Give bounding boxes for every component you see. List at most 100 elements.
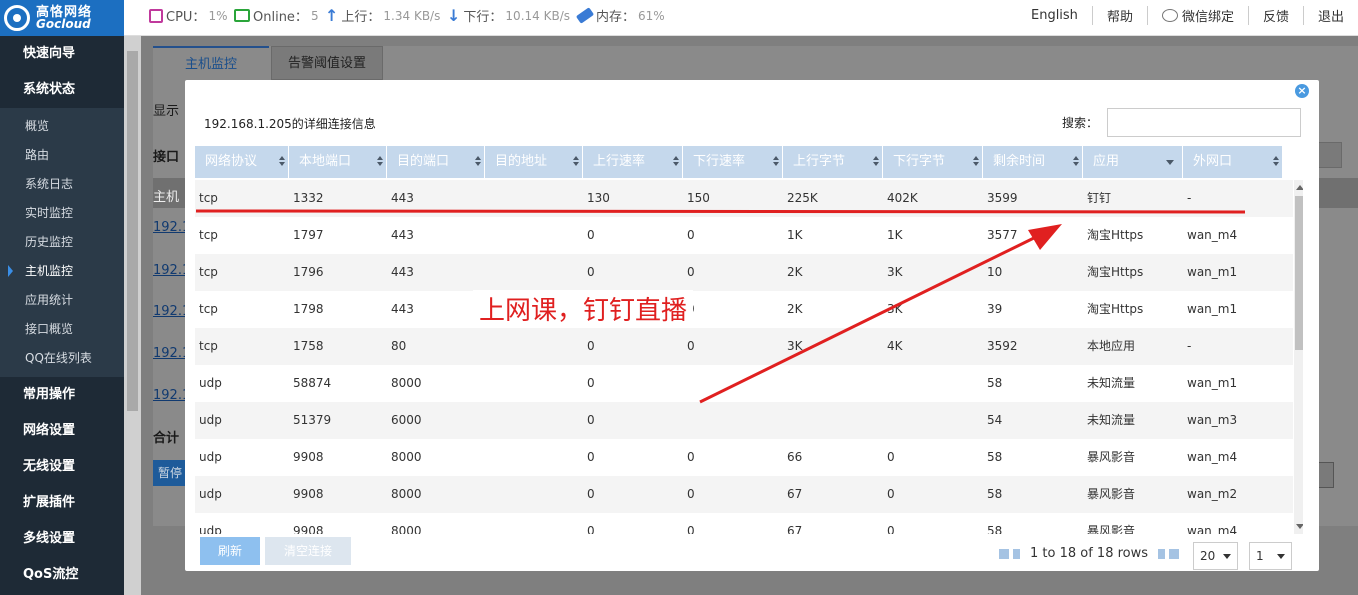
table-row[interactable]: tcp1798443002K3K39淘宝Httpswan_m1 (195, 291, 1293, 328)
cell-protocol: udp (199, 413, 222, 427)
tab-alarm-threshold[interactable]: 告警阈值设置 (271, 46, 384, 80)
cell-up-rate: 0 (587, 524, 595, 534)
column-header-protocol[interactable]: 网络协议 (195, 146, 289, 178)
cell-down-rate: 150 (687, 191, 710, 205)
download-label: 下行： (463, 10, 503, 25)
cell-wan-port: wan_m1 (1187, 376, 1238, 390)
language-link[interactable]: English (1017, 6, 1092, 25)
column-header-wan-port[interactable]: 外网口 (1183, 146, 1283, 178)
first-page-icon[interactable] (999, 548, 1009, 559)
scroll-up-icon[interactable] (1296, 185, 1303, 190)
sidebar: 快速向导 系统状态 概览 路由 系统日志 实时监控 历史监控 主机监控 应用统计… (0, 36, 124, 595)
cell-dest-addr (485, 217, 583, 254)
next-page-icon[interactable] (1158, 548, 1166, 559)
help-link[interactable]: 帮助 (1091, 6, 1147, 25)
cell-local-port: 9908 (293, 524, 324, 534)
refresh-button[interactable]: 刷新 (200, 537, 260, 565)
cell-local-port: 1798 (293, 302, 324, 316)
sidebar-item-system-log[interactable]: 系统日志 (0, 170, 124, 199)
close-icon[interactable]: × (1295, 84, 1309, 98)
cell-up-bytes: 67 (787, 487, 803, 501)
wechat-bind-link[interactable]: 微信绑定 (1146, 6, 1248, 25)
column-header-down-bytes[interactable]: 下行字节 (883, 146, 983, 178)
table-row[interactable]: udp 9908 8000 0 0 66 0 58 暴风影音 wan_m4 (195, 439, 1293, 476)
wechat-bind-label: 微信绑定 (1181, 10, 1234, 25)
cell-dest-port: 443 (391, 302, 414, 316)
column-header-up-rate[interactable]: 上行速率 (583, 146, 683, 178)
sidebar-item-route[interactable]: 路由 (0, 141, 124, 170)
feedback-link[interactable]: 反馈 (1247, 6, 1303, 25)
column-header-application[interactable]: 应用 (1083, 146, 1183, 178)
cell-remaining-time: 58 (987, 376, 1003, 390)
cpu-value: 1% (208, 8, 228, 23)
sidebar-item-app-stats[interactable]: 应用统计 (0, 286, 124, 315)
clear-connections-button[interactable]: 清空连接 (265, 537, 351, 565)
sidebar-item-history-monitor[interactable]: 历史监控 (0, 228, 124, 257)
arrow-down-icon: ↓ (447, 6, 461, 25)
table-scrollbar-thumb[interactable] (1295, 196, 1303, 350)
show-label: 显示 (153, 104, 180, 119)
sidebar-item-interface-overview[interactable]: 接口概览 (0, 315, 124, 344)
sidebar-item-extensions[interactable]: 扩展插件 (0, 485, 124, 521)
scroll-down-icon[interactable] (1296, 524, 1303, 529)
table-row[interactable]: tcp 1758 80 0 0 3K 4K 3592 本地应用 - (195, 328, 1293, 365)
cell-up-bytes (783, 365, 883, 402)
cell-down-rate: 0 (687, 265, 695, 279)
sidebar-item-wireless-settings[interactable]: 无线设置 (0, 449, 124, 485)
sidebar-item-network-settings[interactable]: 网络设置 (0, 413, 124, 449)
online-stat[interactable]: Online： 5 (234, 6, 319, 25)
sidebar-item-quick-guide[interactable]: 快速向导 (0, 36, 124, 72)
cell-up-rate: 0 (587, 228, 595, 242)
cell-wan-port: wan_m4 (1187, 524, 1238, 534)
filter-input[interactable] (1316, 142, 1342, 168)
table-row[interactable]: udp 58874 8000 0 58 未知流量 wan_m1 (195, 365, 1293, 402)
sidebar-item-host-monitor[interactable]: 主机监控 (0, 257, 124, 286)
logout-link[interactable]: 退出 (1302, 6, 1358, 25)
help-link-label: 帮助 (1106, 10, 1133, 25)
cell-dest-addr (485, 513, 583, 534)
sidebar-item-realtime-monitor[interactable]: 实时监控 (0, 199, 124, 228)
column-header-remaining-time[interactable]: 剩余时间 (983, 146, 1083, 178)
wechat-icon (1161, 9, 1178, 22)
memory-label: 内存： (596, 10, 636, 25)
sidebar-item-multiline[interactable]: 多线设置 (0, 521, 124, 557)
cell-down-bytes: 3K (887, 302, 903, 316)
pause-button[interactable]: 暂停 (153, 460, 187, 486)
cell-up-rate: 0 (587, 339, 595, 353)
sidebar-item-qq-online[interactable]: QQ在线列表 (0, 344, 124, 373)
sidebar-item-qos[interactable]: QoS流控 (0, 557, 124, 593)
page-size-select[interactable]: 20 (1193, 542, 1238, 570)
table-row[interactable]: udp 9908 8000 0 0 67 0 58 暴风影音 wan_m4 (195, 513, 1293, 534)
search-input[interactable] (1107, 108, 1301, 137)
last-page-icon[interactable] (1169, 548, 1180, 559)
cell-dest-addr (485, 439, 583, 476)
sidebar-item-system-status[interactable]: 系统状态 (0, 72, 124, 108)
sidebar-scrollbar[interactable] (124, 36, 141, 595)
cell-application: 淘宝Https (1087, 265, 1144, 279)
cell-application: 暴风影音 (1087, 524, 1136, 534)
column-header-up-bytes[interactable]: 上行字节 (783, 146, 883, 178)
column-header-down-rate[interactable]: 下行速率 (683, 146, 783, 178)
column-header-local-port[interactable]: 本地端口 (289, 146, 387, 178)
column-header-dest-port[interactable]: 目的端口 (387, 146, 485, 178)
sidebar-item-common-ops[interactable]: 常用操作 (0, 377, 124, 413)
page-number-select[interactable]: 1 (1249, 542, 1292, 570)
column-header-dest-addr[interactable]: 目的地址 (485, 146, 583, 178)
prev-page-icon[interactable] (1013, 548, 1020, 559)
top-bar: 高恪网络 Gocloud CPU： 1% Online： 5 ↑ 上行： 1.34 K… (0, 0, 1358, 36)
cell-up-bytes: 2K (787, 265, 803, 279)
modal-title: 192.168.1.205的详细连接信息 (204, 117, 376, 131)
sidebar-scrollbar-thumb[interactable] (127, 51, 138, 411)
tab-host-monitor[interactable]: 主机监控 (153, 46, 269, 80)
table-row[interactable]: udp 51379 6000 0 54 未知流量 wan_m3 (195, 402, 1293, 439)
table-row[interactable]: tcp 1332 443 130 150 225K 402K 3599 钉钉 - (195, 180, 1293, 217)
table-row[interactable]: tcp 1797 443 0 0 1K 1K 3577 淘宝Https wan_m4 (195, 217, 1293, 254)
table-row[interactable]: udp 9908 8000 0 0 67 0 58 暴风影音 wan_m2 (195, 476, 1293, 513)
table-scrollbar[interactable] (1294, 180, 1303, 534)
cell-down-bytes: 4K (887, 339, 903, 353)
cell-protocol: udp (199, 487, 222, 501)
cell-application: 淘宝Https (1087, 302, 1144, 316)
sidebar-item-overview[interactable]: 概览 (0, 112, 124, 141)
cell-protocol: tcp (199, 228, 218, 242)
table-row[interactable]: tcp 1796 443 0 0 2K 3K 10 淘宝Https wan_m1 (195, 254, 1293, 291)
